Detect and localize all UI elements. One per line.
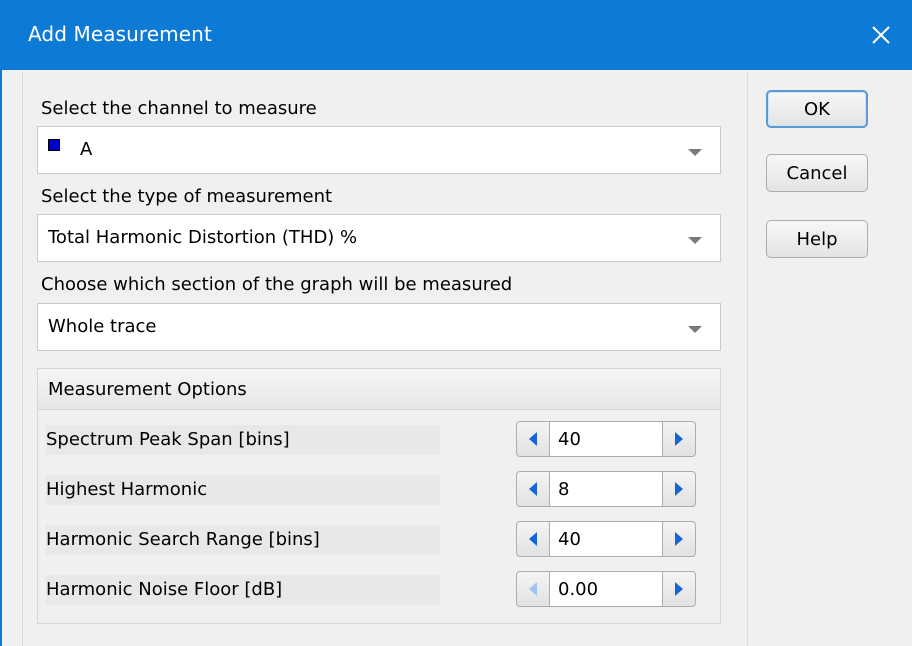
arrow-right-icon bbox=[675, 582, 683, 596]
arrow-right-icon bbox=[675, 482, 683, 496]
arrow-left-icon bbox=[529, 532, 537, 546]
chevron-down-icon bbox=[688, 326, 702, 333]
highest-harmonic-input[interactable]: 8 bbox=[550, 471, 662, 507]
harmonic-search-range-stepper[interactable]: 40 bbox=[516, 521, 696, 557]
measurement-type-value: Total Harmonic Distortion (THD) % bbox=[48, 227, 358, 248]
measurement-options-title: Measurement Options bbox=[48, 379, 247, 400]
window-border bbox=[0, 70, 2, 646]
increment-button[interactable] bbox=[662, 521, 696, 557]
decrement-button[interactable] bbox=[516, 471, 550, 507]
decrement-button[interactable] bbox=[516, 521, 550, 557]
arrow-right-icon bbox=[675, 532, 683, 546]
close-icon bbox=[872, 26, 890, 44]
measurement-type-label: Select the type of measurement bbox=[41, 186, 333, 207]
section-select[interactable]: Whole trace bbox=[37, 303, 721, 351]
measurement-options-header: Measurement Options bbox=[38, 369, 720, 410]
decrement-button[interactable] bbox=[516, 571, 550, 607]
section-select-value: Whole trace bbox=[48, 316, 157, 337]
harmonic-noise-floor-stepper[interactable]: 0.00 bbox=[516, 571, 696, 607]
channel-select[interactable]: A bbox=[37, 126, 721, 174]
close-button[interactable] bbox=[850, 0, 912, 70]
harmonic-noise-floor-input[interactable]: 0.00 bbox=[550, 571, 662, 607]
measurement-options-group: Measurement Options Spectrum Peak Span [… bbox=[37, 368, 721, 624]
section-label: Choose which section of the graph will b… bbox=[41, 274, 513, 295]
harmonic-search-range-value: 40 bbox=[558, 529, 581, 550]
option-label-text: Spectrum Peak Span [bins] bbox=[46, 429, 290, 450]
channel-color-swatch bbox=[48, 139, 60, 151]
increment-button[interactable] bbox=[662, 571, 696, 607]
cancel-button[interactable]: Cancel bbox=[766, 154, 868, 192]
spectrum-peak-span-input[interactable]: 40 bbox=[550, 421, 662, 457]
increment-button[interactable] bbox=[662, 421, 696, 457]
option-label-highest-harmonic: Highest Harmonic bbox=[46, 475, 440, 505]
title-bar: Add Measurement bbox=[0, 0, 912, 70]
arrow-left-icon bbox=[529, 482, 537, 496]
arrow-left-icon bbox=[529, 432, 537, 446]
increment-button[interactable] bbox=[662, 471, 696, 507]
arrow-right-icon bbox=[675, 432, 683, 446]
decrement-button[interactable] bbox=[516, 421, 550, 457]
highest-harmonic-stepper[interactable]: 8 bbox=[516, 471, 696, 507]
option-label-harmonic-noise-floor: Harmonic Noise Floor [dB] bbox=[46, 575, 440, 605]
option-label-text: Harmonic Search Range [bins] bbox=[46, 529, 320, 550]
harmonic-noise-floor-value: 0.00 bbox=[558, 579, 599, 600]
spectrum-peak-span-value: 40 bbox=[558, 429, 581, 450]
option-label-spectrum-peak-span: Spectrum Peak Span [bins] bbox=[46, 425, 440, 455]
option-label-text: Harmonic Noise Floor [dB] bbox=[46, 579, 283, 600]
highest-harmonic-value: 8 bbox=[558, 479, 570, 500]
channel-select-value: A bbox=[80, 139, 93, 160]
help-button[interactable]: Help bbox=[766, 220, 868, 258]
chevron-down-icon bbox=[688, 149, 702, 156]
chevron-down-icon bbox=[688, 237, 702, 244]
dialog-title: Add Measurement bbox=[28, 22, 212, 46]
arrow-left-icon bbox=[529, 582, 537, 596]
option-label-harmonic-search-range: Harmonic Search Range [bins] bbox=[46, 525, 440, 555]
harmonic-search-range-input[interactable]: 40 bbox=[550, 521, 662, 557]
option-label-text: Highest Harmonic bbox=[46, 479, 208, 500]
spectrum-peak-span-stepper[interactable]: 40 bbox=[516, 421, 696, 457]
channel-label: Select the channel to measure bbox=[41, 98, 317, 119]
measurement-type-select[interactable]: Total Harmonic Distortion (THD) % bbox=[37, 214, 721, 262]
ok-button[interactable]: OK bbox=[766, 90, 868, 128]
